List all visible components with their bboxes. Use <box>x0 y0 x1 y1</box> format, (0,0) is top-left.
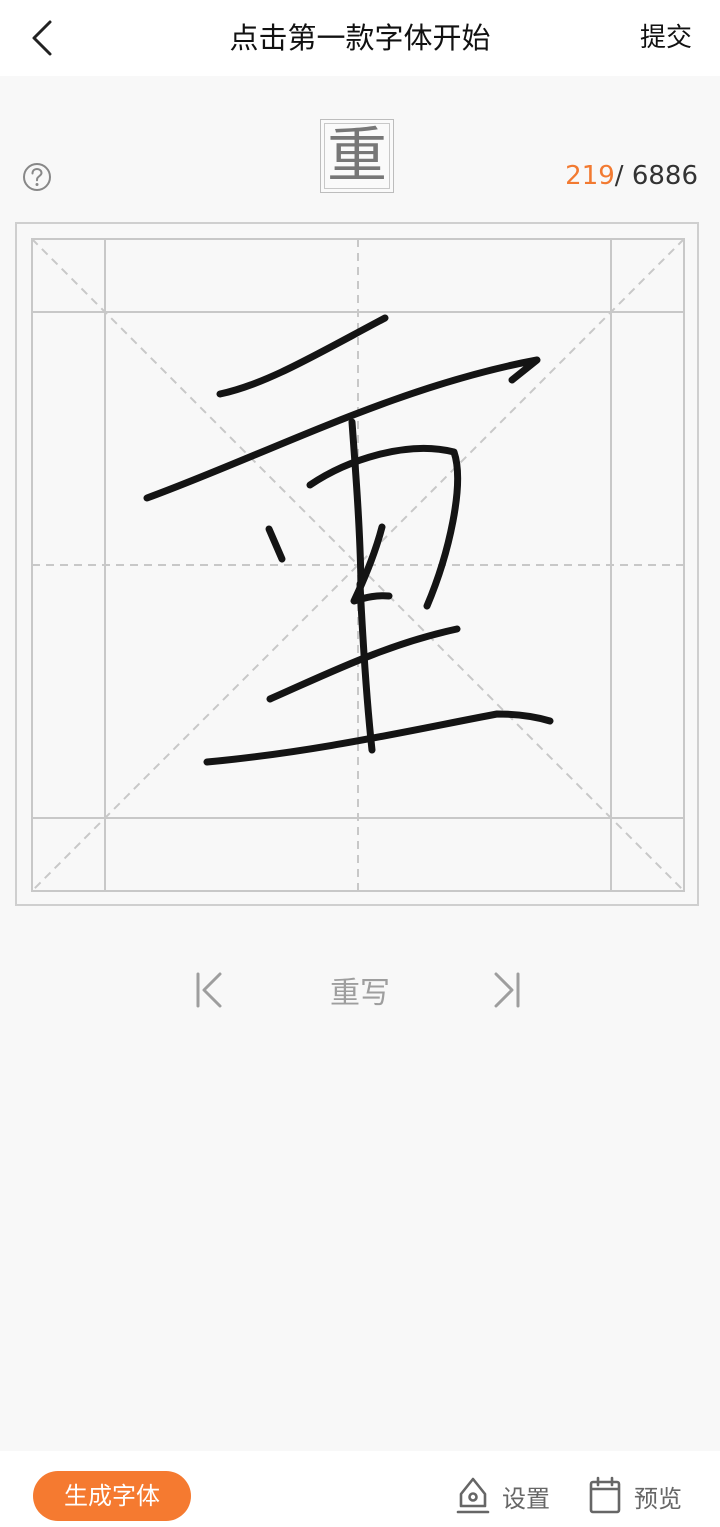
calendar-icon <box>589 1476 621 1514</box>
help-button[interactable] <box>22 162 52 192</box>
last-character-button[interactable] <box>486 966 530 1014</box>
skip-last-icon <box>494 972 520 1008</box>
bottom-bar: 生成字体 设置 预览 <box>0 1451 720 1527</box>
page-title: 点击第一款字体开始 <box>229 21 491 55</box>
writing-canvas[interactable] <box>15 222 699 906</box>
back-button[interactable] <box>20 14 64 62</box>
submit-button[interactable]: 提交 <box>640 18 692 58</box>
generate-font-button[interactable]: 生成字体 <box>33 1471 191 1521</box>
current-index: 219 <box>565 161 615 191</box>
reference-glyph: 重 <box>327 121 387 191</box>
question-icon <box>23 163 51 191</box>
rewrite-button[interactable]: 重写 <box>300 966 420 1014</box>
stroke-controls: 重写 <box>0 950 720 1030</box>
pen-nib-icon <box>456 1477 490 1514</box>
top-bar: 点击第一款字体开始 提交 <box>0 0 720 76</box>
reference-character: 重 <box>320 119 394 193</box>
progress-counter: 219/ 6886 <box>565 158 698 194</box>
preview-button[interactable]: 预览 <box>588 1473 682 1519</box>
settings-label: 设置 <box>502 1484 550 1513</box>
first-character-button[interactable] <box>186 966 230 1014</box>
preview-label: 预览 <box>634 1484 682 1513</box>
chevron-left-icon <box>32 20 52 56</box>
total-count: / 6886 <box>614 161 698 191</box>
settings-button[interactable]: 设置 <box>456 1473 550 1519</box>
handwriting-strokes <box>143 314 554 766</box>
skip-first-icon <box>196 972 222 1008</box>
